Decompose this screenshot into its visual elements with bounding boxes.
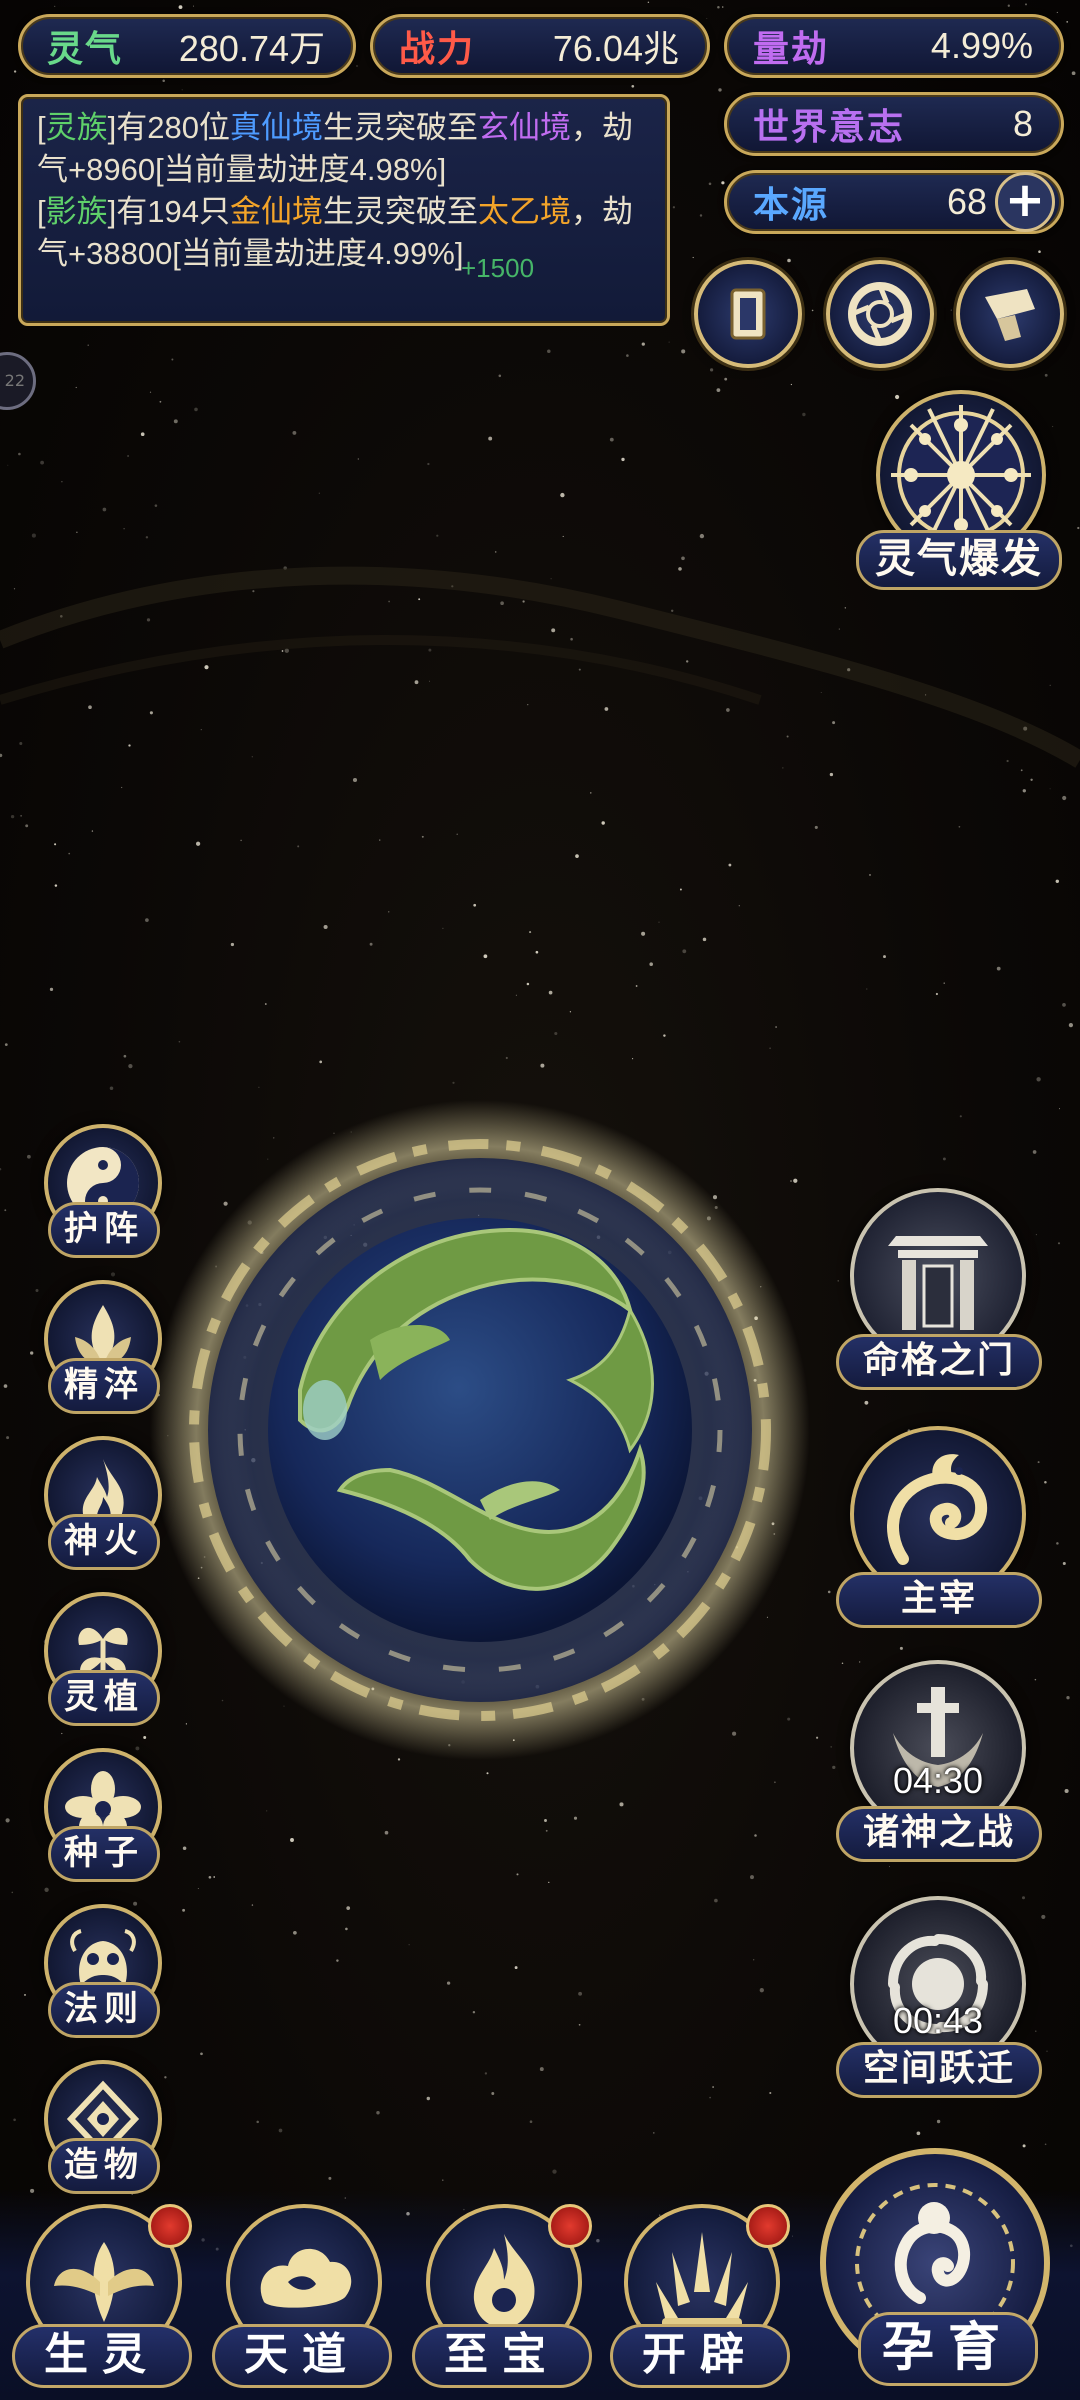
cards-button[interactable] xyxy=(694,260,802,368)
menu-mingge-gate[interactable]: 命格之门 xyxy=(836,1188,1046,1408)
zhushen-timer: 04:30 xyxy=(892,1760,984,1801)
benyuan-plus-button[interactable]: + xyxy=(995,172,1055,232)
lingqi-stat[interactable]: 灵气 280.74万 xyxy=(18,14,356,78)
menu-zhongzi[interactable]: 种子 xyxy=(40,1748,170,1888)
lingqi-label: 灵气 xyxy=(47,29,124,70)
spirit-burst-button[interactable]: 灵气爆发 xyxy=(856,390,1066,600)
burst-label: 灵气爆发 xyxy=(856,530,1062,590)
dragon-icon xyxy=(887,1454,988,1565)
menu-zhuzai[interactable]: 主宰 xyxy=(836,1426,1046,1646)
nav-yunyu[interactable]: 孕育 xyxy=(812,2140,1072,2400)
log-realm-to-2: 太乙境 xyxy=(477,194,571,229)
kongjian-timer: 00:43 xyxy=(892,2000,984,2041)
planet-icon xyxy=(150,1100,810,1760)
world-planet[interactable] xyxy=(150,1080,810,1780)
menu-huzhen[interactable]: 护阵 xyxy=(40,1124,170,1264)
log-bracket: [ xyxy=(37,194,46,229)
zhushen-label: 诸神之战 xyxy=(836,1806,1042,1862)
jingcui-label: 精淬 xyxy=(48,1358,160,1414)
benyuan-value: 68 xyxy=(946,181,987,222)
menu-shenhuo[interactable]: 神火 xyxy=(40,1436,170,1576)
log-text: 生灵突破至 xyxy=(322,110,478,145)
benyuan-label: 本源 xyxy=(753,185,830,226)
shenhuo-label: 神火 xyxy=(48,1514,160,1570)
nav-shengling[interactable]: 生灵 xyxy=(8,2200,198,2400)
edge-side-badge[interactable]: 22 xyxy=(0,352,36,410)
menu-lingzhi[interactable]: 灵植 xyxy=(40,1592,170,1732)
nav-kaipi[interactable]: 开辟 xyxy=(606,2200,796,2400)
benyuan-stat[interactable]: 本源 68 + xyxy=(724,170,1064,234)
lingqi-value: 280.74万 xyxy=(178,28,325,69)
log-realm-from-2: 金仙境 xyxy=(229,194,323,229)
menu-jingcui[interactable]: 精淬 xyxy=(40,1280,170,1420)
liangjie-value: 4.99% xyxy=(930,25,1033,66)
menu-zhushen-war[interactable]: 04:30 诸神之战 xyxy=(836,1660,1046,1880)
event-log-panel: [灵族]有280位真仙境生灵突破至玄仙境，劫气+8960[当前量劫进度4.98%… xyxy=(18,94,670,326)
lingzhi-label: 灵植 xyxy=(48,1670,160,1726)
zhongzi-label: 种子 xyxy=(48,1826,160,1882)
scroll-button[interactable] xyxy=(956,260,1064,368)
menu-zaowu[interactable]: 造物 xyxy=(40,2060,170,2200)
scroll-icon xyxy=(985,289,1035,341)
zaowu-label: 造物 xyxy=(48,2138,160,2194)
log-realm-from-1: 真仙境 xyxy=(229,110,323,145)
zhuzai-label: 主宰 xyxy=(836,1572,1042,1628)
shengling-label: 生灵 xyxy=(12,2324,192,2388)
log-text: 有194只 xyxy=(116,194,230,229)
world-will-label: 世界意志 xyxy=(753,107,906,148)
log-bracket: [ xyxy=(37,110,46,145)
kaipi-notification-dot xyxy=(746,2204,790,2248)
world-will-value: 8 xyxy=(1012,103,1033,144)
log-race-1[interactable]: 灵族 xyxy=(46,110,108,145)
huzhen-label: 护阵 xyxy=(48,1202,160,1258)
floating-gain-text: +1500 xyxy=(461,253,535,283)
log-bracket: ] xyxy=(107,110,117,145)
zhibao-notification-dot xyxy=(548,2204,592,2248)
log-text: 有280位 xyxy=(116,110,230,145)
log-realm-to-1: 玄仙境 xyxy=(477,110,571,145)
log-race-2[interactable]: 影族 xyxy=(46,194,108,229)
kongjian-label: 空间跃迁 xyxy=(836,2042,1042,2098)
mingge-label: 命格之门 xyxy=(836,1334,1042,1390)
fate-gate-icon xyxy=(888,1236,988,1330)
zhibao-label: 至宝 xyxy=(412,2324,592,2388)
log-entry-2: [影族]有194只金仙境生灵突破至太乙境，劫气+38800[当前量劫进度4.99… xyxy=(37,191,651,275)
log-bracket: ] xyxy=(107,194,117,229)
tiandao-label: 天道 xyxy=(212,2324,392,2388)
menu-space-jump[interactable]: 00:43 空间跃迁 xyxy=(836,1896,1046,2116)
world-will-stat[interactable]: 世界意志 8 xyxy=(724,92,1064,156)
menu-faze[interactable]: 法则 xyxy=(40,1904,170,2044)
cards-icon xyxy=(730,288,766,340)
yunyu-label: 孕育 xyxy=(858,2312,1038,2386)
liangjie-stat[interactable]: 量劫 4.99% xyxy=(724,14,1064,78)
nav-zhibao[interactable]: 至宝 xyxy=(408,2200,598,2400)
shengling-notification-dot xyxy=(148,2204,192,2248)
portal-button[interactable] xyxy=(826,260,934,368)
portal-icon xyxy=(848,282,912,346)
kaipi-label: 开辟 xyxy=(610,2324,790,2388)
faze-label: 法则 xyxy=(48,1982,160,2038)
log-text: 生灵突破至 xyxy=(322,194,478,229)
log-entry-1: [灵族]有280位真仙境生灵突破至玄仙境，劫气+8960[当前量劫进度4.98%… xyxy=(37,107,651,191)
zhanli-label: 战力 xyxy=(399,29,476,70)
zhanli-stat[interactable]: 战力 76.04兆 xyxy=(370,14,710,78)
nav-tiandao[interactable]: 天道 xyxy=(208,2200,398,2400)
zhanli-value: 76.04兆 xyxy=(552,28,679,69)
liangjie-label: 量劫 xyxy=(753,29,830,70)
